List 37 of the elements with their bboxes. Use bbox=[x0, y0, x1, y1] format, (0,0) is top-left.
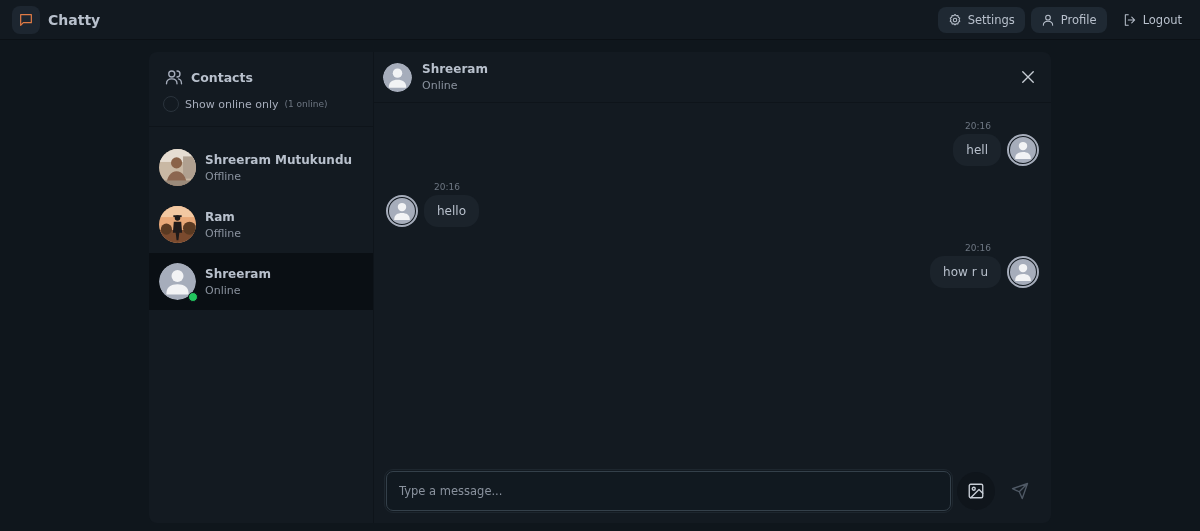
message-time: 20:16 bbox=[964, 121, 992, 131]
settings-icon bbox=[947, 12, 962, 27]
contact-name: Ram bbox=[205, 209, 236, 224]
filter-label: Show online only bbox=[185, 97, 279, 111]
person-icon bbox=[1040, 12, 1055, 27]
message-time: 20:16 bbox=[433, 182, 461, 192]
contact-status: Offline bbox=[205, 169, 243, 183]
message-time: 20:16 bbox=[964, 243, 992, 253]
contacts-icon bbox=[165, 68, 183, 86]
chat-status: Online bbox=[422, 79, 459, 92]
logout-button[interactable]: Logout bbox=[1112, 6, 1192, 33]
contact-name: Shreeram bbox=[205, 266, 271, 281]
settings-button[interactable]: Settings bbox=[937, 6, 1025, 33]
contact-status: Offline bbox=[205, 226, 242, 240]
image-icon bbox=[967, 482, 985, 500]
avatar-icon bbox=[159, 263, 196, 300]
avatar-icon bbox=[1007, 134, 1039, 166]
message-input[interactable]: Type a message... bbox=[386, 471, 951, 511]
chat-logo-icon bbox=[12, 5, 40, 34]
close-icon bbox=[1019, 68, 1037, 86]
contact-status: Online bbox=[205, 283, 242, 297]
contact-item[interactable]: Shreeram Online bbox=[149, 253, 373, 310]
message-bubble: hello bbox=[424, 195, 479, 227]
avatar-icon bbox=[386, 195, 418, 227]
online-count: (1 online) bbox=[284, 99, 328, 109]
message-bubble: hell bbox=[953, 134, 1001, 166]
avatar-icon bbox=[383, 62, 412, 92]
app-name: Chatty bbox=[48, 11, 101, 28]
contacts-title: Contacts bbox=[191, 69, 253, 85]
image-button[interactable] bbox=[957, 472, 995, 510]
avatar-icon bbox=[1007, 256, 1039, 288]
send-icon bbox=[1011, 482, 1029, 500]
chat-name: Shreeram bbox=[422, 62, 488, 76]
profile-button[interactable]: Profile bbox=[1030, 6, 1107, 33]
message-bubble: how r u bbox=[930, 256, 1001, 288]
logout-icon bbox=[1122, 12, 1137, 27]
contact-name: Shreeram Mutukundu bbox=[205, 152, 353, 167]
